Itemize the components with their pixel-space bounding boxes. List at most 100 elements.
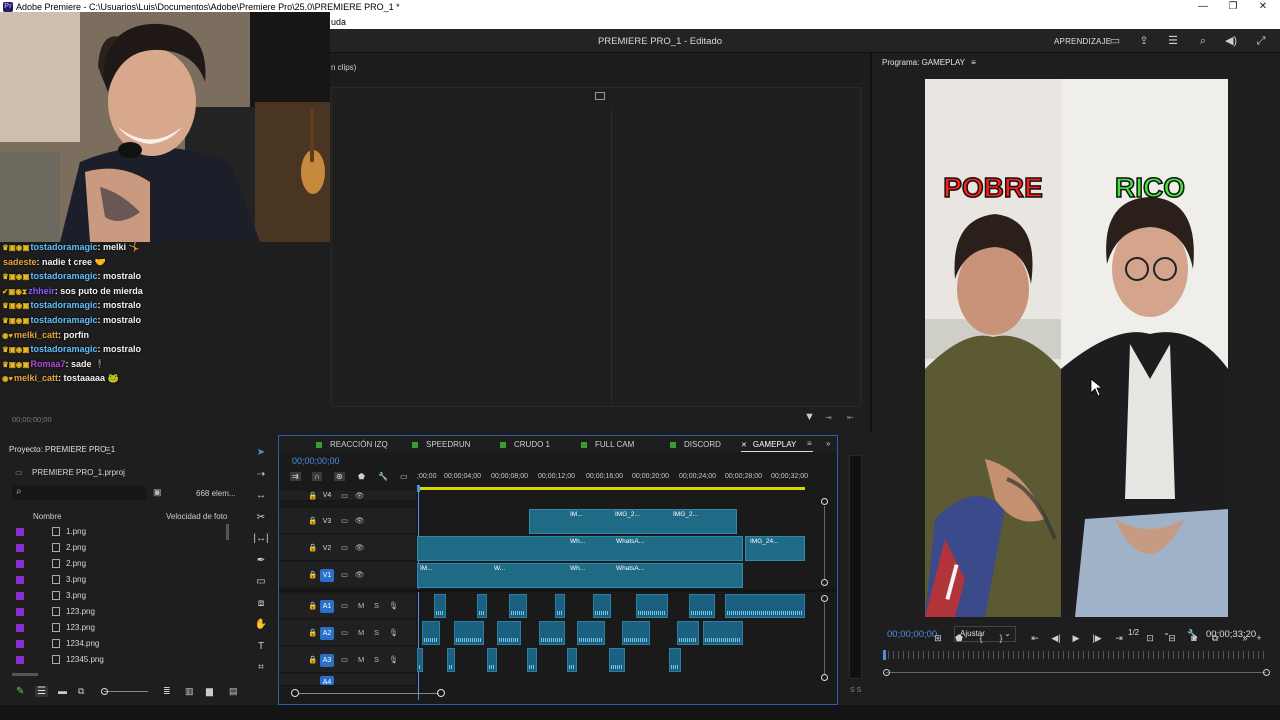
sync-lock-icon[interactable]: ▭ bbox=[341, 543, 348, 552]
project-item[interactable]: 2.png bbox=[12, 540, 230, 556]
project-item[interactable]: 3.png bbox=[12, 588, 230, 604]
list-view-icon[interactable]: ☰ bbox=[35, 686, 48, 697]
solo-labels[interactable]: S S bbox=[850, 687, 861, 694]
project-search-input[interactable]: ⌕ bbox=[12, 486, 146, 500]
selection-tool-icon[interactable]: ➤ bbox=[253, 445, 269, 461]
sequence-tab-active[interactable]: ✕ GAMEPLAY bbox=[741, 440, 796, 449]
h-scroll-handle-right[interactable] bbox=[437, 689, 445, 697]
sync-lock-icon[interactable]: ▭ bbox=[341, 655, 348, 664]
solo-button[interactable]: S bbox=[374, 601, 379, 610]
mute-button[interactable]: M bbox=[358, 628, 364, 637]
sequence-tab[interactable]: REACCIÓN IZQ bbox=[316, 440, 388, 449]
playhead[interactable] bbox=[883, 650, 886, 660]
project-item[interactable]: 3.png bbox=[12, 572, 230, 588]
add-marker-icon[interactable]: ⬟ bbox=[358, 472, 365, 481]
sequence-tab[interactable]: SPEEDRUN bbox=[412, 440, 470, 449]
linked-selection-icon[interactable]: ⊛ bbox=[334, 472, 345, 481]
project-item[interactable]: 1234.png bbox=[12, 636, 230, 652]
audio-clip[interactable] bbox=[669, 648, 681, 672]
audio-clip[interactable] bbox=[622, 621, 650, 645]
type-tool-icon[interactable]: T bbox=[253, 639, 269, 655]
sequence-tab[interactable]: DISCORD bbox=[670, 440, 721, 449]
camera-icon[interactable]: ◙ bbox=[1187, 631, 1201, 645]
step-forward-icon[interactable]: |▶ bbox=[1090, 631, 1104, 645]
eye-icon[interactable]: 👁 bbox=[355, 570, 365, 579]
audio-clip[interactable] bbox=[577, 621, 605, 645]
sync-lock-icon[interactable]: ▭ bbox=[341, 516, 348, 525]
close-button[interactable]: ✕ bbox=[1248, 1, 1278, 12]
track-header-a2[interactable]: 🔒 A2 ▭ M S 🎙 bbox=[279, 620, 416, 646]
audio-clip[interactable] bbox=[567, 648, 577, 672]
audio-clip[interactable] bbox=[636, 594, 668, 618]
learn-workspace-button[interactable]: APRENDIZAJE bbox=[1054, 37, 1111, 46]
hand-tool-icon[interactable]: ✋ bbox=[253, 617, 269, 633]
sync-lock-icon[interactable]: ▭ bbox=[341, 570, 348, 579]
timeline-hscrollbar[interactable] bbox=[299, 693, 439, 694]
more-tabs-icon[interactable]: » bbox=[826, 439, 830, 448]
work-area-bar[interactable] bbox=[417, 487, 805, 490]
rectangle-tool-icon[interactable]: ▭ bbox=[253, 574, 269, 590]
program-timecode[interactable]: 00;00;00;00 bbox=[887, 629, 937, 640]
audio-clip[interactable] bbox=[454, 621, 484, 645]
go-to-in-icon[interactable]: ⇤ bbox=[1028, 631, 1042, 645]
play-icon[interactable]: ▶ bbox=[1069, 631, 1083, 645]
audio-clip[interactable] bbox=[509, 594, 527, 618]
pencil-icon[interactable]: ✎ bbox=[16, 686, 24, 697]
track-label[interactable]: A3 bbox=[320, 654, 334, 667]
step-back-icon[interactable]: ◀| bbox=[1049, 631, 1063, 645]
scroll-handle-right[interactable] bbox=[1263, 669, 1270, 676]
track-select-icon[interactable]: ⇢ bbox=[253, 467, 269, 483]
a-scroll-handle-top[interactable] bbox=[821, 595, 828, 602]
track-label[interactable]: V2 bbox=[320, 542, 334, 555]
lock-icon[interactable]: 🔒 bbox=[308, 601, 317, 610]
project-item[interactable]: 1.png bbox=[12, 524, 230, 540]
sync-lock-icon[interactable]: ▭ bbox=[341, 628, 348, 637]
audio-clip[interactable] bbox=[497, 621, 521, 645]
track-label[interactable]: V1 bbox=[320, 569, 334, 582]
time-ruler[interactable]: ;00;00 00;00;04;00 00;00;08;00 00;00;12;… bbox=[417, 473, 817, 485]
microphone-icon[interactable]: 🎙 bbox=[389, 628, 399, 637]
lock-icon[interactable]: 🔒 bbox=[308, 543, 317, 552]
insert-icon[interactable]: ⇥ bbox=[825, 413, 832, 422]
panel-menu-icon[interactable]: ≡ bbox=[971, 58, 976, 67]
icon-view-icon[interactable]: ▬ bbox=[58, 686, 67, 696]
audio-vscrollbar[interactable] bbox=[824, 603, 825, 675]
restore-button[interactable]: ❐ bbox=[1218, 1, 1248, 12]
fullscreen-icon[interactable]: ⤢ bbox=[1254, 34, 1268, 48]
track-header-v2[interactable]: 🔒 V2 ▭ 👁 bbox=[279, 535, 416, 561]
wrench-icon[interactable]: 🔧 bbox=[378, 472, 388, 481]
audio-clip[interactable] bbox=[434, 594, 446, 618]
video-clip[interactable]: IM... W... Wh... WhatsA... bbox=[417, 563, 743, 588]
marker-icon[interactable]: ⬟ bbox=[952, 631, 966, 645]
overwrite-icon[interactable]: ⇤ bbox=[847, 413, 854, 422]
solo-button[interactable]: S bbox=[374, 628, 379, 637]
zoom-slider[interactable] bbox=[104, 691, 148, 692]
share-icon[interactable]: ⇪ bbox=[1137, 34, 1151, 48]
snap-icon[interactable]: ∩ bbox=[312, 472, 322, 481]
new-bin-icon[interactable]: ▣ bbox=[153, 487, 162, 498]
frame-tool-icon[interactable]: ⧈ bbox=[253, 596, 269, 612]
caption-tool-icon[interactable]: ⌗ bbox=[253, 660, 269, 676]
lock-icon[interactable]: 🔒 bbox=[308, 570, 317, 579]
v-scroll-handle-bottom[interactable] bbox=[821, 579, 828, 586]
microphone-icon[interactable]: 🎙 bbox=[389, 655, 399, 664]
track-label[interactable]: A2 bbox=[320, 627, 334, 640]
video-clip[interactable]: IM... IMG_2... IMG_2... bbox=[529, 509, 737, 534]
program-time-ruler[interactable] bbox=[883, 651, 1265, 659]
h-scroll-handle-left[interactable] bbox=[291, 689, 299, 697]
project-hscrollbar[interactable] bbox=[12, 673, 38, 676]
volume-icon[interactable]: ◀) bbox=[1224, 34, 1238, 48]
project-item[interactable]: 123.png bbox=[12, 604, 230, 620]
panel-layout-icon[interactable]: ▭ bbox=[1108, 34, 1122, 48]
sort-icon[interactable]: ≣ bbox=[163, 686, 171, 697]
track-header-v4[interactable]: 🔒 V4 ▭ 👁 bbox=[279, 491, 416, 501]
new-bin-button-icon[interactable]: ▆ bbox=[206, 686, 213, 697]
track-label[interactable]: V3 bbox=[320, 515, 334, 528]
sync-lock-icon[interactable]: ▭ bbox=[341, 491, 348, 500]
timeline-timecode[interactable]: 00;00;00;00 bbox=[292, 456, 340, 466]
a-scroll-handle-bottom[interactable] bbox=[821, 674, 828, 681]
column-fps-header[interactable]: Velocidad de foto bbox=[166, 512, 227, 521]
track-label[interactable]: A4 bbox=[320, 676, 334, 686]
scroll-handle-left[interactable] bbox=[883, 669, 890, 676]
extract-icon[interactable]: ⊞ bbox=[931, 631, 945, 645]
